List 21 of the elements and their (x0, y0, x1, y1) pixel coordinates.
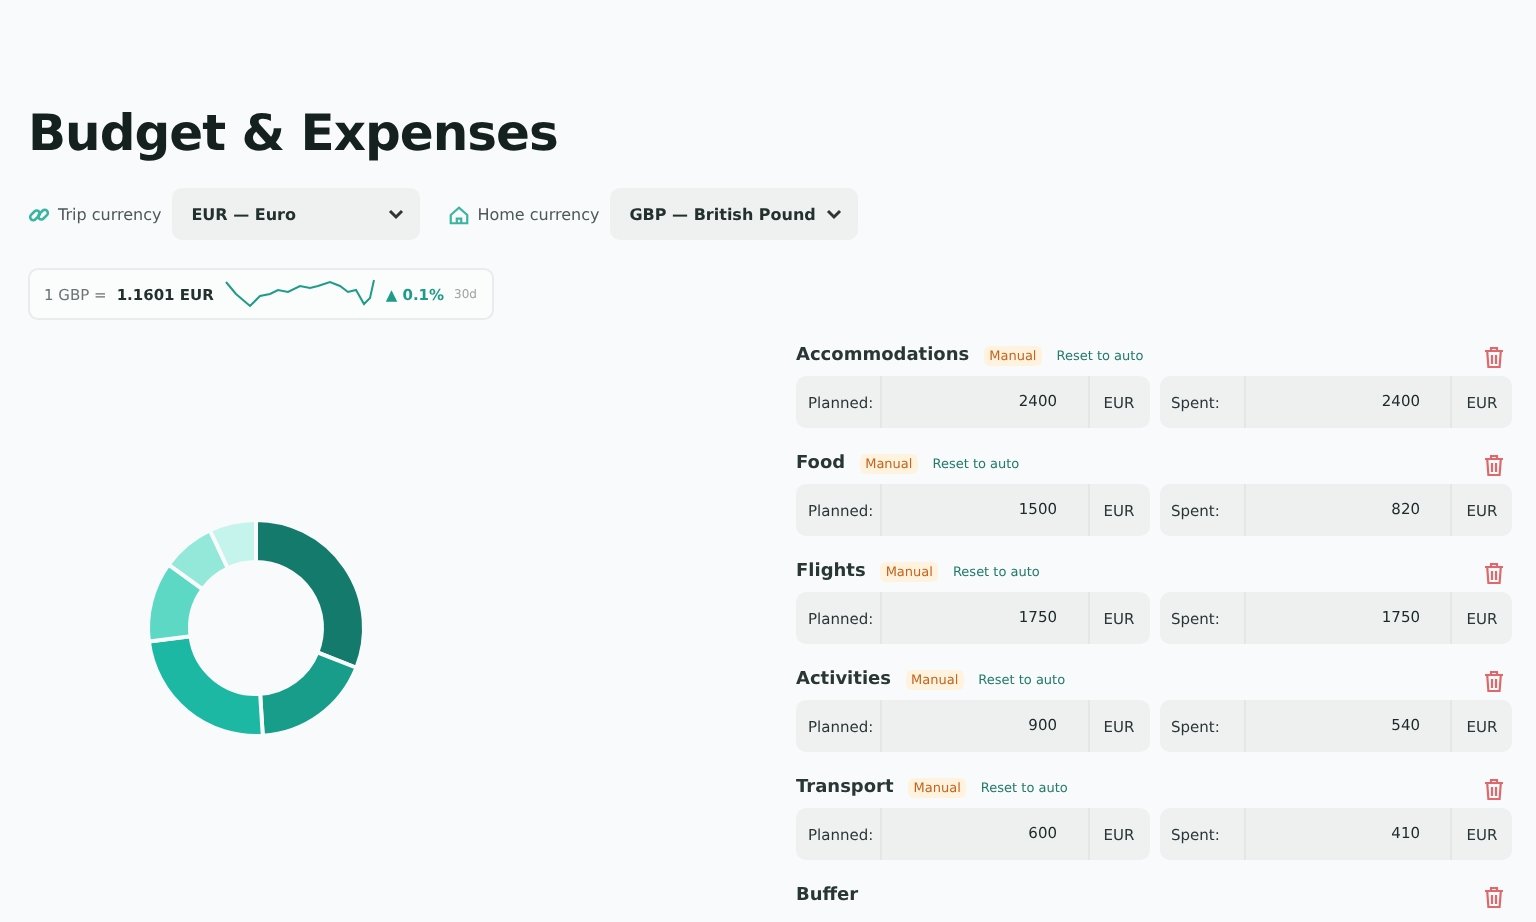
chevron-icon (825, 208, 842, 220)
trash-icon[interactable] (1484, 777, 1504, 799)
trash-icon[interactable] (1484, 453, 1504, 475)
trash-icon[interactable] (1484, 669, 1504, 691)
currency-select[interactable]: GBP — British Pound (609, 188, 858, 240)
trash-icon[interactable] (1484, 561, 1504, 583)
trash-icon[interactable] (1484, 885, 1504, 907)
category-name: Flights (796, 562, 866, 582)
trash-icon[interactable] (1484, 345, 1504, 367)
category-name: Transport (796, 778, 894, 798)
field-label: Home currency (477, 205, 600, 223)
category-name: Activities (796, 670, 891, 690)
category-name: Accommodations (796, 346, 970, 366)
category-name: Buffer (796, 886, 859, 906)
category-name: Food (796, 454, 846, 474)
field-label: Trip currency (58, 205, 162, 223)
link-icon (28, 203, 50, 225)
chevron-icon (387, 208, 404, 220)
page-title: Budget & Expenses (28, 102, 560, 166)
home-icon (447, 203, 470, 225)
currency-select[interactable]: EUR — Euro (171, 188, 420, 240)
